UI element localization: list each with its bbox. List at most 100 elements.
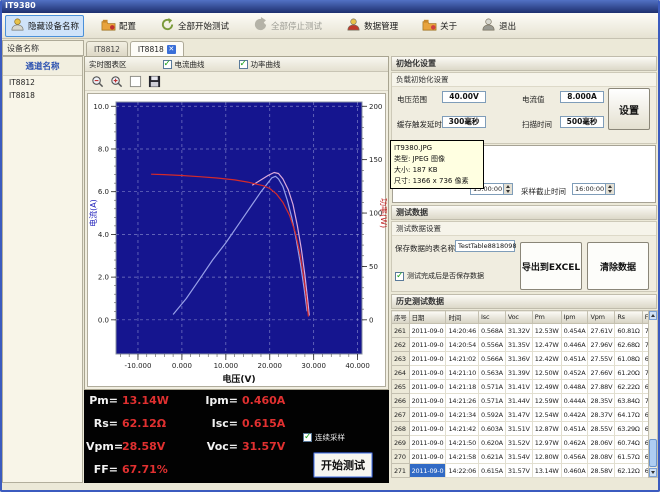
table-cell[interactable]: 31.54V: [505, 450, 532, 464]
table-cell[interactable]: 0.462A: [561, 436, 588, 450]
table-cell[interactable]: 14:21:10: [446, 366, 479, 380]
history-column-header[interactable]: Isc: [479, 311, 506, 324]
table-cell[interactable]: 0.621A: [479, 450, 506, 464]
table-cell[interactable]: 2011-09-0: [409, 380, 446, 394]
table-cell[interactable]: 14:21:50: [446, 436, 479, 450]
history-table-scrollbar[interactable]: [648, 310, 658, 478]
table-cell[interactable]: 0.556A: [479, 338, 506, 352]
table-cell[interactable]: 12.50W: [532, 366, 561, 380]
table-cell[interactable]: 63.29Ω: [615, 422, 642, 436]
table-cell[interactable]: 2011-09-0: [409, 436, 446, 450]
table-cell[interactable]: 14:21:26: [446, 394, 479, 408]
table-cell[interactable]: 61.57Ω: [615, 450, 642, 464]
table-cell[interactable]: 270: [392, 450, 410, 464]
table-cell[interactable]: 31.32V: [505, 324, 532, 338]
table-cell[interactable]: 28.08V: [588, 450, 615, 464]
table-cell[interactable]: 63.84Ω: [615, 394, 642, 408]
toolbar-button-exit[interactable]: 退出: [476, 15, 521, 37]
table-cell[interactable]: 12.47W: [532, 338, 561, 352]
table-cell[interactable]: 0.448A: [561, 380, 588, 394]
select-tool-icon[interactable]: [129, 75, 142, 88]
table-cell[interactable]: 12.80W: [532, 450, 561, 464]
power-curve-checkbox[interactable]: ✓ 功率曲线: [239, 59, 281, 70]
table-cell[interactable]: 263: [392, 352, 410, 366]
clear-data-button[interactable]: 清除数据: [587, 242, 649, 290]
table-cell[interactable]: 0.568A: [479, 324, 506, 338]
spinner-arrows[interactable]: [504, 183, 513, 195]
table-cell[interactable]: 2011-09-0: [409, 394, 446, 408]
table-cell[interactable]: 12.54W: [532, 408, 561, 422]
table-cell[interactable]: 12.97W: [532, 436, 561, 450]
table-cell[interactable]: 262: [392, 338, 410, 352]
table-cell[interactable]: 0.454A: [561, 324, 588, 338]
channel-item-it8818[interactable]: IT8818: [3, 89, 82, 102]
table-cell[interactable]: 31.47V: [505, 408, 532, 422]
table-cell[interactable]: 271: [392, 464, 410, 478]
history-column-header[interactable]: 序号: [392, 311, 410, 324]
table-cell[interactable]: 61.20Ω: [615, 366, 642, 380]
table-cell[interactable]: 31.36V: [505, 352, 532, 366]
table-cell[interactable]: 0.444A: [561, 394, 588, 408]
table-cell[interactable]: 14:21:18: [446, 380, 479, 394]
table-cell[interactable]: 14:21:02: [446, 352, 479, 366]
tab-it8812[interactable]: IT8812: [86, 41, 128, 56]
scan-time-input[interactable]: 500毫秒: [560, 116, 604, 128]
table-cell[interactable]: 27.55V: [588, 352, 615, 366]
table-cell[interactable]: 31.39V: [505, 366, 532, 380]
hide-device-names-button[interactable]: 隐藏设备名称: [5, 15, 84, 37]
table-cell[interactable]: 14:21:58: [446, 450, 479, 464]
table-cell[interactable]: 12.49W: [532, 380, 561, 394]
table-cell[interactable]: 0.571A: [479, 394, 506, 408]
table-cell[interactable]: 28.37V: [588, 408, 615, 422]
table-cell[interactable]: 62.68Ω: [615, 338, 642, 352]
table-cell[interactable]: 2011-09-0: [409, 450, 446, 464]
spin-up-icon[interactable]: [608, 185, 612, 188]
set-button[interactable]: 设置: [608, 88, 650, 130]
table-cell[interactable]: 62.12Ω: [615, 464, 642, 478]
table-cell[interactable]: 269: [392, 436, 410, 450]
table-cell[interactable]: 2011-09-0: [409, 338, 446, 352]
table-cell[interactable]: 268: [392, 422, 410, 436]
table-cell[interactable]: 267: [392, 408, 410, 422]
table-cell[interactable]: 64.17Ω: [615, 408, 642, 422]
table-cell[interactable]: 0.452A: [561, 366, 588, 380]
table-cell[interactable]: 2011-09-0: [409, 352, 446, 366]
table-cell[interactable]: 12.42W: [532, 352, 561, 366]
table-cell[interactable]: 31.52V: [505, 436, 532, 450]
table-cell[interactable]: 2011-09-0: [409, 324, 446, 338]
history-column-header[interactable]: Vpm: [588, 311, 615, 324]
table-cell[interactable]: 12.53W: [532, 324, 561, 338]
table-cell[interactable]: 31.35V: [505, 338, 532, 352]
history-column-header[interactable]: Pm: [532, 311, 561, 324]
table-cell[interactable]: 0.620A: [479, 436, 506, 450]
table-cell[interactable]: 14:20:46: [446, 324, 479, 338]
table-cell[interactable]: 0.571A: [479, 380, 506, 394]
table-cell[interactable]: 2011-09-0: [409, 464, 446, 478]
spin-up-icon[interactable]: [506, 185, 510, 188]
tab-close-icon[interactable]: ✕: [167, 45, 176, 54]
table-cell[interactable]: 27.88V: [588, 380, 615, 394]
scroll-up-button[interactable]: [649, 311, 657, 320]
toolbar-button-about[interactable]: 关于: [417, 15, 462, 37]
table-cell[interactable]: 2011-09-0: [409, 366, 446, 380]
start-test-button[interactable]: 开始测试: [313, 452, 373, 478]
spin-down-icon[interactable]: [608, 190, 612, 193]
table-cell[interactable]: 14:22:06: [446, 464, 479, 478]
table-cell[interactable]: 28.35V: [588, 394, 615, 408]
zoom-out-icon[interactable]: [91, 75, 104, 88]
table-cell[interactable]: 31.44V: [505, 394, 532, 408]
table-cell[interactable]: 0.456A: [561, 450, 588, 464]
table-cell[interactable]: 27.66V: [588, 366, 615, 380]
tab-it8818[interactable]: IT8818✕: [130, 41, 184, 56]
power-curve-checkbox-box[interactable]: ✓: [239, 60, 248, 69]
table-cell[interactable]: 27.96V: [588, 338, 615, 352]
table-cell[interactable]: 264: [392, 366, 410, 380]
table-cell[interactable]: 28.58V: [588, 464, 615, 478]
spin-down-icon[interactable]: [506, 190, 510, 193]
table-cell[interactable]: 60.81Ω: [615, 324, 642, 338]
history-column-header[interactable]: Ipm: [561, 311, 588, 324]
toolbar-button-config[interactable]: 配置: [96, 15, 141, 37]
table-cell[interactable]: 261: [392, 324, 410, 338]
history-column-header[interactable]: 日期: [409, 311, 446, 324]
table-cell[interactable]: 13.14W: [532, 464, 561, 478]
